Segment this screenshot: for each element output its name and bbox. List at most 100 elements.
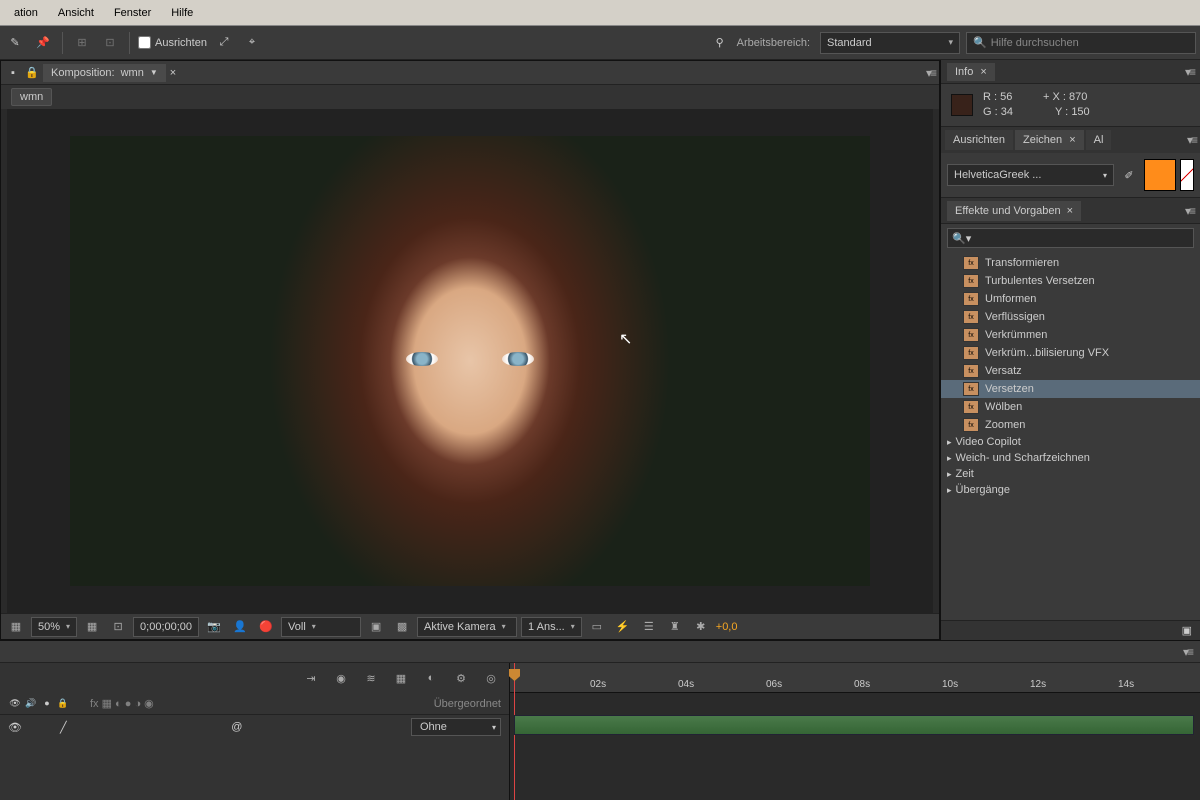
effect-item[interactable]: fxVerkrüm...bilisierung VFX [941,344,1200,362]
3d-icon[interactable]: ◉ [331,668,351,688]
eyedropper-icon[interactable]: ✐ [1118,164,1140,186]
expand-icon[interactable]: ⤢ [213,32,235,54]
layer-duration-bar[interactable] [514,715,1194,735]
new-bin-icon[interactable]: ▣ [1182,624,1192,637]
parent-dropdown[interactable]: Ohne [411,718,501,736]
effect-category[interactable]: Weich- und Scharfzeichnen [941,450,1200,466]
parent-pick-whip-icon[interactable]: @ [231,721,242,733]
timecode-display[interactable]: 0;00;00;00 [133,617,199,637]
fx-badge-icon: fx [963,346,979,360]
panel-collapse-icon[interactable]: ▪ [5,62,21,84]
panel-menu-icon[interactable]: ▾≡ [1183,645,1192,659]
resolution-dropdown[interactable]: Voll [281,617,361,637]
audio-column-icon[interactable]: 🔊 [24,698,38,709]
font-family-dropdown[interactable]: HelveticaGreek ... [947,164,1114,186]
tab-absatz[interactable]: Al [1086,130,1112,150]
align-checkbox-input[interactable] [138,36,151,49]
rgb-readout: R : 56 G : 34 [983,90,1013,120]
chevron-down-icon[interactable]: ▼ [150,68,158,77]
frame-blend-icon[interactable]: ≋ [361,668,381,688]
snap-1-icon[interactable]: ⊞ [71,32,93,54]
comp-viewer[interactable]: ↖ [7,109,933,613]
always-preview-icon[interactable]: ▦ [5,617,27,637]
guides-icon[interactable]: ⊡ [107,617,129,637]
effect-item[interactable]: fxVersatz [941,362,1200,380]
shy-icon[interactable]: ⇥ [301,668,321,688]
effect-label: Versetzen [985,383,1034,395]
effect-category[interactable]: Zeit [941,466,1200,482]
effect-item[interactable]: fxVerkrümmen [941,326,1200,344]
align-checkbox[interactable]: Ausrichten [138,36,207,49]
effect-item[interactable]: fxZoomen [941,416,1200,434]
lock-column-icon[interactable]: 🔒 [56,698,70,709]
zoom-dropdown[interactable]: 50% [31,617,77,637]
brainstorm-icon[interactable]: ⚙ [451,668,471,688]
show-snapshot-icon[interactable]: 👤 [229,617,251,637]
grid-icon[interactable]: ▦ [81,617,103,637]
exposure-value[interactable]: +0,0 [716,621,738,633]
effect-item[interactable]: fxWölben [941,398,1200,416]
comp-tab[interactable]: Komposition: wmn ▼ [43,64,166,82]
close-icon[interactable]: × [1067,205,1073,217]
close-icon[interactable]: × [980,66,986,78]
reset-exposure-icon[interactable]: ✱ [690,617,712,637]
panel-menu-icon[interactable]: ▾≡ [926,66,935,80]
solo-column-icon[interactable]: ● [40,698,54,709]
tab-zeichen[interactable]: Zeichen × [1015,130,1084,150]
channels-icon[interactable]: 🔴 [255,617,277,637]
time-ruler[interactable]: 02s04s06s08s10s12s14s [510,663,1200,693]
lock-icon[interactable]: 🔒 [25,62,39,84]
fast-preview-icon[interactable]: ⚡ [612,617,634,637]
views-dropdown[interactable]: 1 Ans... [521,617,582,637]
eye-column-icon[interactable]: 👁 [8,698,22,709]
eye-toggle-icon[interactable]: 👁 [8,721,22,734]
effect-category[interactable]: Video Copilot [941,434,1200,450]
tab-ausrichten[interactable]: Ausrichten [945,130,1013,150]
category-label: Übergänge [956,484,1010,496]
panel-menu-icon[interactable]: ▾≡ [1185,65,1194,79]
info-tab[interactable]: Info × [947,63,995,81]
rotobrush-icon[interactable]: ✎ [4,32,26,54]
pin-icon[interactable]: 📌 [32,32,54,54]
timeline-icon[interactable]: ☰ [638,617,660,637]
help-search-input[interactable]: 🔍 Hilfe durchsuchen [966,32,1196,54]
effects-search-input[interactable]: 🔍▾ [947,228,1194,248]
snapshot-icon[interactable]: 📷 [203,617,225,637]
workspace-dropdown[interactable]: Standard [820,32,960,54]
layer-row[interactable]: 👁 ╱ @ Ohne [0,715,509,739]
category-label: Weich- und Scharfzeichnen [956,452,1090,464]
comp-tab-bar: ▪ 🔒 Komposition: wmn ▼ × ▾≡ [1,61,939,85]
effect-item[interactable]: fxTransformieren [941,254,1200,272]
motion-blur-icon[interactable]: ▦ [391,668,411,688]
flowchart-icon[interactable]: ♜ [664,617,686,637]
fill-color-swatch[interactable] [1144,159,1176,191]
effects-tab[interactable]: Effekte und Vorgaben × [947,201,1081,221]
search-comp-icon[interactable]: ⚲ [709,32,731,54]
snap-2-icon[interactable]: ⊡ [99,32,121,54]
fx-badge-icon: fx [963,382,979,396]
transparency-icon[interactable]: ▩ [391,617,413,637]
comp-tab-close-icon[interactable]: × [170,67,176,79]
focus-icon[interactable]: ⌖ [241,32,263,54]
effects-list[interactable]: fxTransformierenfxTurbulentes Versetzenf… [941,252,1200,620]
effect-item[interactable]: fxTurbulentes Versetzen [941,272,1200,290]
breadcrumb-item[interactable]: wmn [11,88,52,106]
effect-item[interactable]: fx Versetzen [941,380,1200,398]
roi-icon[interactable]: ▣ [365,617,387,637]
menu-item-window[interactable]: Fenster [104,3,161,23]
graph-icon[interactable]: ◐ [421,668,441,688]
menu-item-animation[interactable]: ation [4,3,48,23]
panel-menu-icon[interactable]: ▾≡ [1185,204,1194,218]
timeline-track-area[interactable]: 02s04s06s08s10s12s14s [510,663,1200,800]
camera-dropdown[interactable]: Aktive Kamera [417,617,517,637]
pixel-aspect-icon[interactable]: ▭ [586,617,608,637]
panel-menu-icon[interactable]: ▾≡ [1187,133,1196,147]
close-icon[interactable]: × [1069,134,1075,146]
effect-item[interactable]: fxUmformen [941,290,1200,308]
menu-item-help[interactable]: Hilfe [161,3,203,23]
stroke-color-swatch[interactable] [1180,159,1194,191]
effect-category[interactable]: Übergänge [941,482,1200,498]
draft-3d-icon[interactable]: ◎ [481,668,501,688]
effect-item[interactable]: fxVerflüssigen [941,308,1200,326]
menu-item-view[interactable]: Ansicht [48,3,104,23]
